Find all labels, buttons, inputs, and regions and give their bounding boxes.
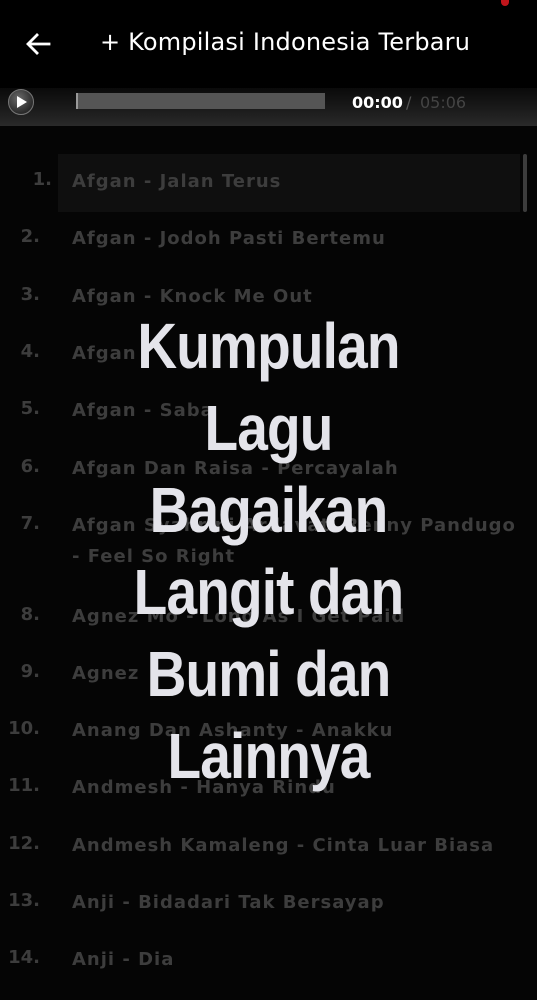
audio-player-bar: 00:00 / 05:06 [0,88,537,126]
scrollbar-thumb[interactable] [523,154,527,212]
track-row[interactable]: 2. Afgan - Jodoh Pasti Bertemu [0,211,520,268]
overlay-line: Kumpulan [137,310,400,382]
track-title: Afgan - Jodoh Pasti Bertemu [72,228,386,249]
track-number: 3. [20,284,40,305]
current-time: 00:00 [352,93,403,112]
track-number: 14. [8,947,40,968]
promo-overlay-text: Kumpulan Lagu Bagaikan Langit dan Bumi dan La… [115,305,422,797]
track-number: 10. [8,718,40,739]
page-title: + Kompilasi Indonesia Terbaru [100,28,471,56]
overlay-line: Lagu [204,392,333,464]
track-row[interactable]: 1. Afgan - Jalan Terus [33,154,520,212]
status-indicator [501,0,509,6]
track-number: 13. [8,890,40,911]
track-number: 12. [8,833,40,854]
track-number: 5. [20,398,40,419]
track-number: 8. [20,604,40,625]
play-icon [17,96,27,108]
track-title: Anji - Bidadari Tak Bersayap [72,892,385,913]
total-time: 05:06 [420,93,467,112]
overlay-line: Langit dan [133,556,404,628]
track-number: 11. [8,775,40,796]
track-title: Andmesh Kamaleng - Cinta Luar Biasa [72,835,495,856]
track-row[interactable]: 12. Andmesh Kamaleng - Cinta Luar Biasa [0,818,520,875]
track-number: 7. [20,513,40,534]
seek-bar[interactable] [76,93,325,109]
overlay-line: Bumi dan [146,638,392,710]
app-header: + Kompilasi Indonesia Terbaru [0,0,537,88]
overlay-line: Bagaikan [149,474,389,546]
play-button[interactable] [8,89,34,115]
back-button[interactable] [22,28,54,60]
track-number: 2. [20,226,40,247]
app-screen: + Kompilasi Indonesia Terbaru 00:00 / 05… [0,0,537,1000]
track-number: 4. [20,341,40,362]
time-separator: / [406,93,412,112]
arrow-left-icon [26,33,51,55]
track-number: 1. [32,169,52,190]
track-title: Anji - Dia [72,949,175,970]
track-number: 9. [20,661,40,682]
track-number: 6. [20,456,40,477]
track-title: Afgan - Jalan Terus [72,171,282,192]
track-row[interactable]: 13. Anji - Bidadari Tak Bersayap [0,875,520,932]
overlay-line: Lainnya [167,720,371,792]
track-row[interactable]: 14. Anji - Dia [0,932,520,989]
